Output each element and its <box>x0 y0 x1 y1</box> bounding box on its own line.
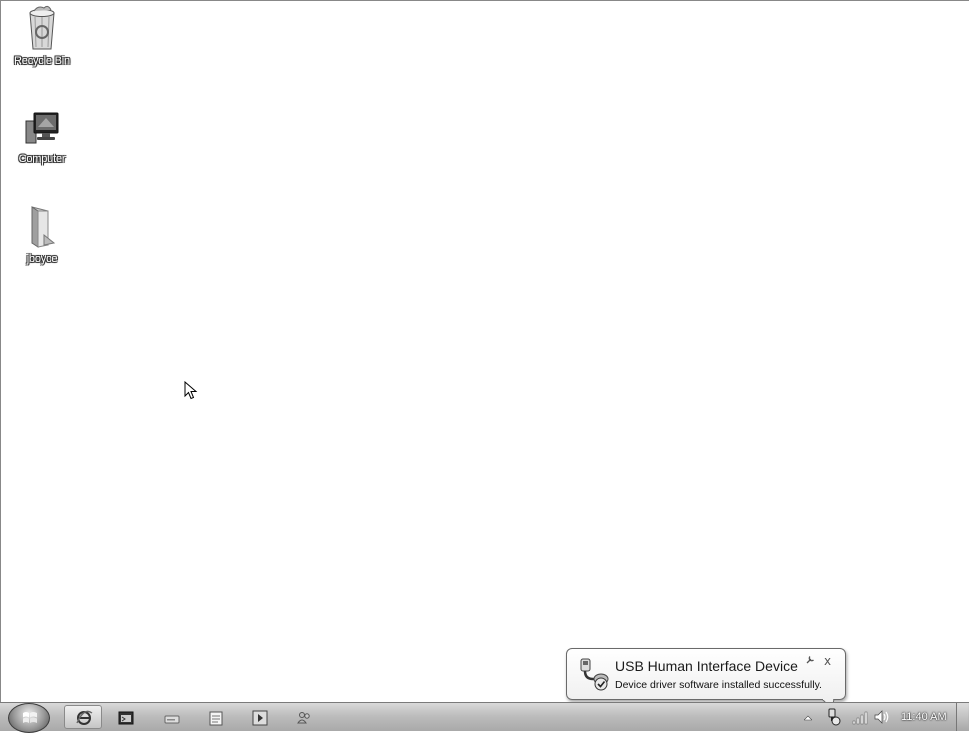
show-desktop-button[interactable] <box>956 703 968 731</box>
desktop-icon-label: Recycle Bin <box>14 55 70 67</box>
taskbar[interactable] <box>0 702 969 731</box>
computer-icon <box>25 112 59 144</box>
desktop-icon-label: Computer <box>18 153 66 165</box>
notification-title: USB Human Interface Device <box>615 658 798 674</box>
taskbar-drive[interactable] <box>152 705 190 729</box>
desktop-icon-recycle-bin[interactable]: Recycle Bin <box>7 5 77 69</box>
volume-icon[interactable] <box>874 710 890 724</box>
desktop-icon-computer[interactable]: Computer <box>7 109 77 167</box>
notification-message: Device driver software installed success… <box>615 679 822 691</box>
device-installing-icon[interactable] <box>826 708 842 726</box>
internet-explorer-icon <box>76 710 93 725</box>
system-clock[interactable]: 11:40 AM <box>901 711 947 723</box>
mouse-cursor-icon <box>184 381 198 400</box>
desktop-icon-user-folder[interactable]: jboyce <box>7 203 77 267</box>
start-button[interactable] <box>8 703 50 733</box>
close-icon[interactable]: x <box>824 654 831 668</box>
usb-device-icon <box>580 658 609 691</box>
taskbar-notepad[interactable] <box>196 705 234 729</box>
notepad-icon <box>209 711 223 726</box>
media-player-icon <box>252 710 268 726</box>
taskbar-users[interactable] <box>284 705 322 729</box>
taskbar-media-player[interactable] <box>240 705 278 729</box>
recycle-bin-icon <box>29 5 55 50</box>
taskbar-console[interactable] <box>106 705 144 729</box>
desktop-icon-label: jboyce <box>26 253 58 265</box>
desktop[interactable]: Recycle Bin Computer jboyce <box>0 0 969 731</box>
users-icon <box>297 712 310 724</box>
taskbar-internet-explorer[interactable] <box>64 705 102 729</box>
show-hidden-icons-arrow[interactable] <box>804 714 812 722</box>
windows-orb-icon <box>23 712 37 723</box>
user-folder-icon <box>31 206 56 248</box>
console-icon <box>118 711 134 725</box>
network-icon[interactable] <box>852 711 868 725</box>
notification-balloon[interactable]: USB Human Interface Device Device driver… <box>566 648 846 700</box>
wrench-icon[interactable] <box>805 655 815 665</box>
drive-icon <box>164 715 180 724</box>
